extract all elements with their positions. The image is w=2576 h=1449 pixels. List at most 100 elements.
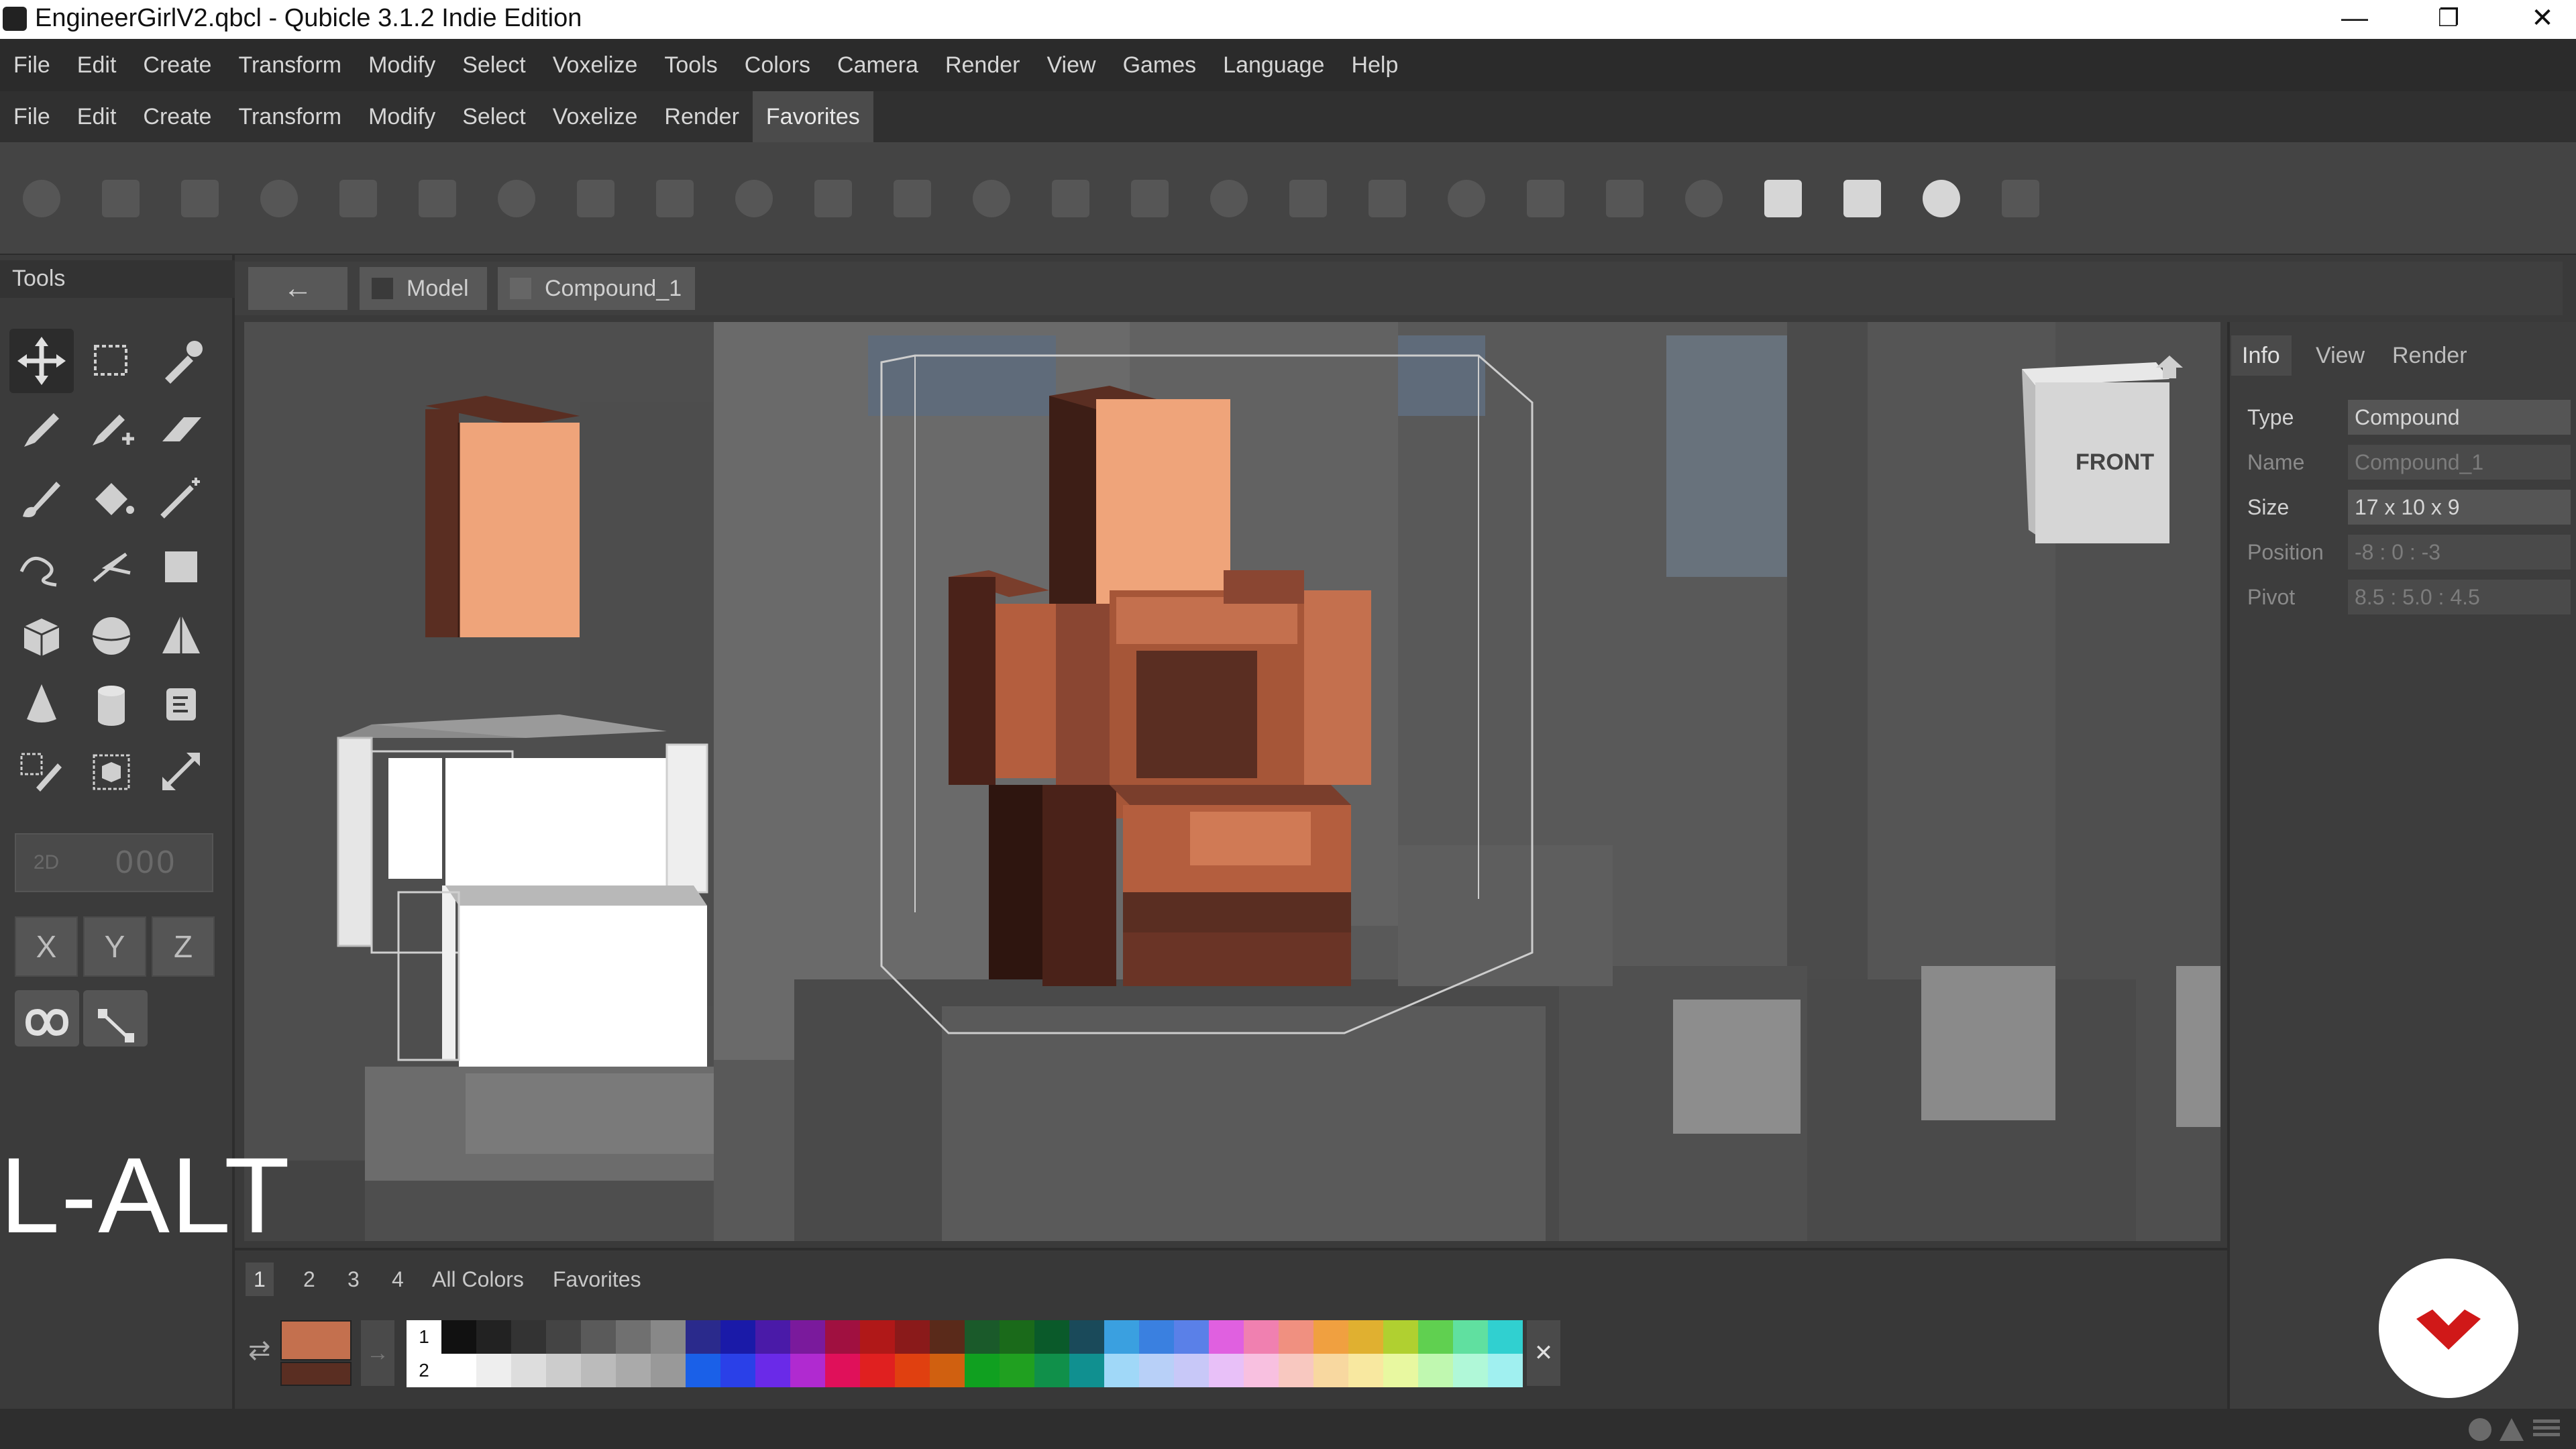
stamp-2-icon[interactable] [568,170,624,227]
line-icon[interactable] [79,534,144,598]
sphere-icon[interactable] [79,602,144,667]
menu-create[interactable]: Create [129,52,225,78]
color-swatch[interactable] [1279,1354,1313,1387]
back-button[interactable]: ← [248,267,347,310]
eyedropper-icon[interactable] [149,329,213,393]
color-swatch[interactable] [895,1354,930,1387]
align-left-icon[interactable] [251,170,307,227]
frame-icon[interactable] [172,170,228,227]
move-tool-icon[interactable] [9,329,74,393]
position-field[interactable]: -8 : 0 : -3 [2348,535,2571,570]
color-swatch[interactable] [1453,1354,1488,1387]
curve-icon[interactable] [9,534,74,598]
breadcrumb-item-model[interactable]: Model [360,267,487,310]
stamp-icon[interactable] [488,170,545,227]
breadcrumb-item-compound[interactable]: Compound_1 [498,267,695,310]
color-swatch[interactable] [1069,1354,1104,1387]
fav-menu-create[interactable]: Create [129,104,225,130]
color-swatch[interactable] [755,1354,790,1387]
tab-render[interactable]: Render [2381,335,2469,376]
color-swatch[interactable] [1000,1320,1034,1354]
menu-language[interactable]: Language [1210,52,1338,78]
split-icon[interactable] [1597,170,1653,227]
color-swatch[interactable] [1279,1320,1313,1354]
select-paint-icon[interactable] [9,739,74,804]
color-swatch[interactable] [1139,1354,1174,1387]
color-swatch[interactable] [546,1354,581,1387]
sphere-icon[interactable] [726,170,782,227]
color-swatch[interactable] [755,1320,790,1354]
color-swatch[interactable] [930,1354,965,1387]
color-swatch[interactable] [1209,1320,1244,1354]
merge-icon[interactable] [1517,170,1574,227]
color-swatch[interactable] [1104,1354,1139,1387]
axis-z-button[interactable]: Z [152,916,215,977]
primary-color-swatch[interactable] [280,1320,352,1360]
minimize-button[interactable]: — [2308,0,2402,39]
toggle-2d-button[interactable]: 2D [16,835,76,891]
menu-colors[interactable]: Colors [731,52,824,78]
scale-icon[interactable] [149,739,213,804]
palette-tab-all-colors[interactable]: All Colors [424,1263,532,1296]
color-swatch[interactable] [1209,1354,1244,1387]
color-swatch[interactable] [965,1354,1000,1387]
secondary-color-swatch[interactable] [280,1362,352,1386]
color-swatch[interactable] [1348,1320,1383,1354]
eye-2-icon[interactable] [1122,170,1178,227]
color-swatch[interactable] [581,1354,616,1387]
restore-button[interactable]: ❐ [2402,0,2496,39]
fav-menu-edit[interactable]: Edit [64,104,130,130]
palette-tab-favorites[interactable]: Favorites [545,1263,649,1296]
fit-icon[interactable] [1834,170,1890,227]
close-button[interactable]: ✕ [2496,0,2576,39]
brush-icon[interactable] [9,466,74,530]
color-swatch[interactable] [825,1320,860,1354]
tab-view[interactable]: View [2305,335,2372,376]
toggle-grid-button[interactable]: 000 [80,835,212,891]
color-swatch[interactable] [965,1320,1000,1354]
color-swatch[interactable] [511,1354,546,1387]
copy-icon[interactable] [93,170,149,227]
pen-2-icon[interactable] [1280,170,1336,227]
color-swatch[interactable] [790,1320,825,1354]
fav-menu-transform[interactable]: Transform [225,104,355,130]
text-tool-icon[interactable] [149,671,213,735]
select-cube-icon[interactable] [79,739,144,804]
rectangle-icon[interactable] [149,534,213,598]
cone-icon[interactable] [9,671,74,735]
color-swatch[interactable] [720,1320,755,1354]
menu-file[interactable]: File [0,52,64,78]
color-swatch[interactable] [790,1354,825,1387]
align-right-icon[interactable] [409,170,466,227]
color-swatch[interactable] [651,1354,686,1387]
cube-icon[interactable] [9,602,74,667]
color-swatch[interactable] [860,1320,895,1354]
pencil-add-icon[interactable] [79,397,144,462]
stamp-3-icon[interactable] [647,170,703,227]
axis-x-button[interactable]: X [15,916,78,977]
color-swatch[interactable] [476,1354,511,1387]
color-swatch[interactable] [1034,1320,1069,1354]
type-field[interactable]: Compound [2348,400,2571,435]
menu-help[interactable]: Help [1338,52,1411,78]
color-swatch[interactable] [1418,1354,1453,1387]
menu-tools[interactable]: Tools [651,52,731,78]
color-swatch[interactable] [1174,1320,1209,1354]
color-swatch[interactable] [1453,1320,1488,1354]
arrow-right-icon[interactable]: → [361,1320,394,1386]
pivot-field[interactable]: 8.5 : 5.0 : 4.5 [2348,580,2571,614]
color-swatch[interactable] [511,1320,546,1354]
color-swatch[interactable] [720,1354,755,1387]
connect-icon[interactable] [83,990,148,1046]
color-swatch[interactable] [616,1354,651,1387]
sphere-2-icon[interactable] [884,170,941,227]
menu-games[interactable]: Games [1110,52,1210,78]
fav-menu-select[interactable]: Select [449,104,539,130]
color-swatch[interactable] [581,1320,616,1354]
color-swatch[interactable] [1174,1354,1209,1387]
color-swatch[interactable] [1348,1354,1383,1387]
color-swatch[interactable] [686,1320,720,1354]
paint-icon[interactable] [1676,170,1732,227]
pencil-icon[interactable] [9,397,74,462]
color-swatch[interactable] [930,1320,965,1354]
